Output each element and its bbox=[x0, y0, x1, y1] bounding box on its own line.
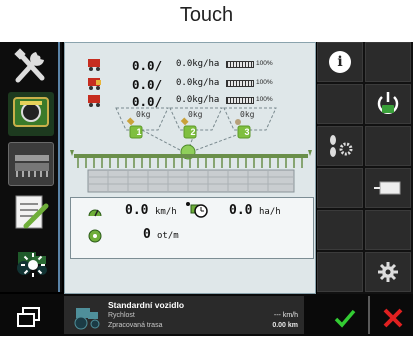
close-icon bbox=[383, 308, 403, 328]
speed-unit: km/h bbox=[155, 207, 177, 217]
hopper-3-fill: 0kg bbox=[240, 110, 255, 119]
info-icon: i bbox=[329, 51, 351, 73]
rate-unit: 0.0kg/ha bbox=[176, 95, 220, 105]
rate-level-bar bbox=[226, 61, 254, 68]
bottom-divider bbox=[368, 296, 370, 334]
seeder-app-icon[interactable] bbox=[8, 142, 54, 186]
power-on-icon bbox=[377, 92, 399, 114]
gear-icon bbox=[378, 262, 398, 282]
speed-info-box: 0.0 km/h 0.0 ha/h 0 ot/m bbox=[70, 197, 314, 259]
settings-tools-icon[interactable] bbox=[8, 46, 54, 90]
rate-unit: 0.0kg/ha bbox=[176, 78, 220, 88]
cancel-button[interactable] bbox=[378, 304, 408, 332]
vehicle-distance-value: 0.00 km bbox=[272, 322, 298, 329]
hopper-1-fill: 0kg bbox=[136, 110, 151, 119]
seed-settings-softkey[interactable] bbox=[317, 126, 363, 166]
rate-level-bar bbox=[226, 97, 254, 104]
empty-softkey-7[interactable] bbox=[317, 252, 363, 292]
softkey-panel: i bbox=[317, 42, 413, 294]
tractor-app-icon[interactable] bbox=[8, 92, 54, 136]
rpm-unit: ot/m bbox=[157, 231, 179, 241]
brightness-icon[interactable] bbox=[20, 252, 46, 278]
rate-level-bar bbox=[226, 80, 254, 87]
empty-softkey-3[interactable] bbox=[365, 126, 411, 166]
fertilizer-tank-icon bbox=[88, 59, 100, 71]
seed-settings-icon bbox=[330, 135, 353, 157]
rate-percent: 100% bbox=[256, 96, 273, 103]
speedometer-icon bbox=[88, 209, 102, 217]
vehicle-tractor-icon bbox=[74, 308, 100, 330]
vehicle-name: Standardní vozidlo bbox=[108, 300, 185, 310]
rate-value: 0.0/ bbox=[132, 58, 163, 73]
vehicle-distance-label: Zpracovaná trasa bbox=[108, 322, 163, 329]
speed-value: 0.0 bbox=[125, 203, 149, 218]
rpm-shaft-icon bbox=[88, 229, 102, 243]
power-on-softkey[interactable] bbox=[365, 84, 411, 124]
documentation-icon[interactable] bbox=[8, 192, 54, 236]
rate-unit: 0.0kg/ha bbox=[176, 59, 220, 69]
area-rate-value: 0.0 bbox=[229, 203, 253, 218]
vehicle-speed-value: --- km/h bbox=[273, 312, 298, 319]
confirm-button[interactable] bbox=[330, 304, 360, 332]
machine-softkey[interactable] bbox=[365, 168, 411, 208]
seeder-machine-diagram bbox=[70, 107, 312, 193]
empty-softkey-4[interactable] bbox=[317, 168, 363, 208]
area-rate-unit: ha/h bbox=[259, 207, 281, 217]
sidebar-divider bbox=[58, 42, 60, 292]
hopper-2-number: 2 bbox=[190, 127, 196, 137]
seed-tank-icon bbox=[88, 78, 101, 90]
rate-percent: 100% bbox=[256, 60, 273, 67]
settings-softkey[interactable] bbox=[365, 252, 411, 292]
rate-row-1: 0.0/ 0.0kg/ha 100% bbox=[86, 58, 316, 73]
hopper-2-fill: 0kg bbox=[188, 110, 203, 119]
checkmark-icon bbox=[334, 309, 356, 328]
rate-value: 0.0/ bbox=[132, 77, 163, 92]
rate-row-2: 0.0/ 0.0kg/ha 100% bbox=[86, 77, 316, 92]
rpm-value: 0 bbox=[143, 227, 151, 242]
hopper-1-number: 1 bbox=[136, 127, 142, 137]
empty-softkey-5[interactable] bbox=[317, 210, 363, 250]
rate-percent: 100% bbox=[256, 79, 273, 86]
empty-softkey-1[interactable] bbox=[365, 42, 411, 82]
implement-icon bbox=[374, 181, 401, 195]
empty-softkey-2[interactable] bbox=[317, 84, 363, 124]
hopper-3-number: 3 bbox=[244, 127, 250, 137]
window-switch-icon[interactable] bbox=[16, 306, 42, 328]
empty-softkey-6[interactable] bbox=[365, 210, 411, 250]
page-caption: Touch bbox=[179, 4, 234, 26]
info-softkey[interactable]: i bbox=[317, 42, 363, 82]
vehicle-speed-label: Rychlost bbox=[108, 312, 135, 319]
area-rate-icon bbox=[186, 202, 208, 218]
